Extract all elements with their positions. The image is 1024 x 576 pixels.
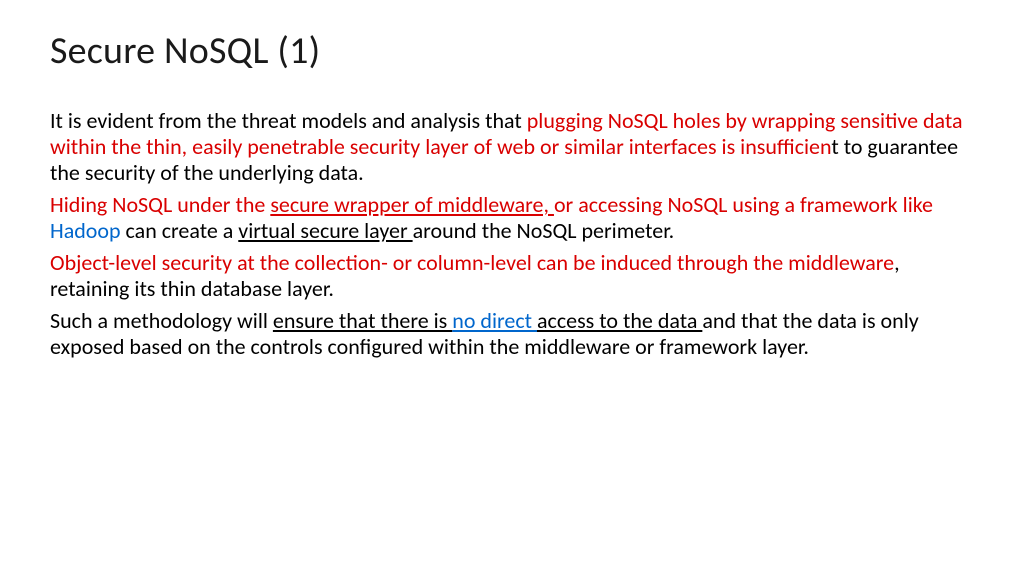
text-underline: virtual secure layer xyxy=(238,217,412,244)
slide-title: Secure NoSQL (1) xyxy=(50,28,974,74)
text: around the NoSQL perimeter. xyxy=(413,217,675,244)
text-emphasis: Object-level security at the collection-… xyxy=(50,249,894,276)
text-link-style-underline: no direct xyxy=(452,307,537,334)
text-emphasis: or xyxy=(554,191,578,218)
text-underline: ensure that there is xyxy=(273,307,452,334)
text-emphasis: accessing NoSQL using a framework like xyxy=(578,191,933,218)
slide: Secure NoSQL (1) It is evident from the … xyxy=(0,0,1024,576)
paragraph-4: Such a methodology will ensure that ther… xyxy=(50,308,974,360)
text-emphasis: Hiding NoSQL under the xyxy=(50,191,270,218)
slide-body: It is evident from the threat models and… xyxy=(50,108,974,360)
text-link-style: Hadoop xyxy=(50,217,121,244)
text: Such a methodology will xyxy=(50,307,273,334)
text: can create a xyxy=(121,217,239,244)
paragraph-1: It is evident from the threat models and… xyxy=(50,108,974,186)
text-underline: access to the data xyxy=(537,307,702,334)
paragraph-3: Object-level security at the collection-… xyxy=(50,250,974,302)
paragraph-2: Hiding NoSQL under the secure wrapper of… xyxy=(50,192,974,244)
text: It is evident from the threat models and… xyxy=(50,107,527,134)
text-emphasis-underline: secure wrapper of middleware, xyxy=(270,191,554,218)
